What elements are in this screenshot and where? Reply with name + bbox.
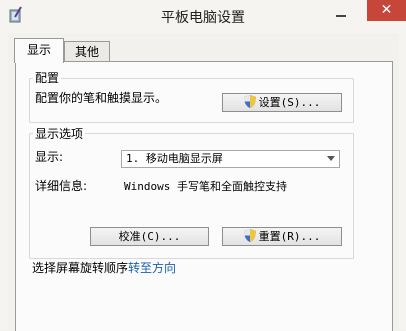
tab-other[interactable]: 其他 bbox=[64, 41, 110, 62]
tab-panel-display: 配置 配置你的笔和触摸显示。 设置(S)... 显示选项 显示: 详细信息: W… bbox=[15, 61, 393, 331]
config-description: 配置你的笔和触摸显示。 bbox=[35, 91, 168, 105]
display-label: 显示: bbox=[35, 150, 64, 164]
close-button[interactable]: ✕ bbox=[367, 0, 406, 21]
tab-display[interactable]: 显示 bbox=[14, 38, 64, 63]
details-value: Windows 手写笔和全面触控支持 bbox=[124, 180, 287, 193]
rotation-line: 选择屏幕旋转顺序转至方向 bbox=[32, 259, 176, 276]
window-frame-right bbox=[399, 33, 406, 330]
reset-button-label: 重置(R)... bbox=[258, 230, 321, 243]
title-bar: 平板电脑设置 ✕ bbox=[0, 0, 406, 33]
rotation-prefix: 选择屏幕旋转顺序 bbox=[32, 261, 129, 275]
uac-shield-icon bbox=[243, 95, 256, 108]
display-select-value: 1. 移动电脑显示屏 bbox=[126, 152, 223, 165]
config-group-label: 配置 bbox=[33, 69, 62, 86]
minimize-button[interactable] bbox=[327, 3, 355, 23]
calibrate-button[interactable]: 校准(C)... bbox=[90, 227, 209, 246]
display-select[interactable]: 1. 移动电脑显示屏 bbox=[121, 150, 340, 168]
minimize-icon bbox=[336, 15, 346, 17]
setup-button-label: 设置(S)... bbox=[258, 96, 321, 109]
chevron-down-icon bbox=[327, 156, 335, 161]
display-options-label: 显示选项 bbox=[33, 125, 86, 142]
go-to-orientation-link[interactable]: 转至方向 bbox=[128, 261, 176, 275]
setup-button[interactable]: 设置(S)... bbox=[222, 93, 342, 112]
reset-button[interactable]: 重置(R)... bbox=[222, 227, 342, 246]
window-frame-left bbox=[0, 33, 8, 330]
details-label: 详细信息: bbox=[35, 179, 88, 193]
uac-shield-icon bbox=[243, 229, 256, 242]
